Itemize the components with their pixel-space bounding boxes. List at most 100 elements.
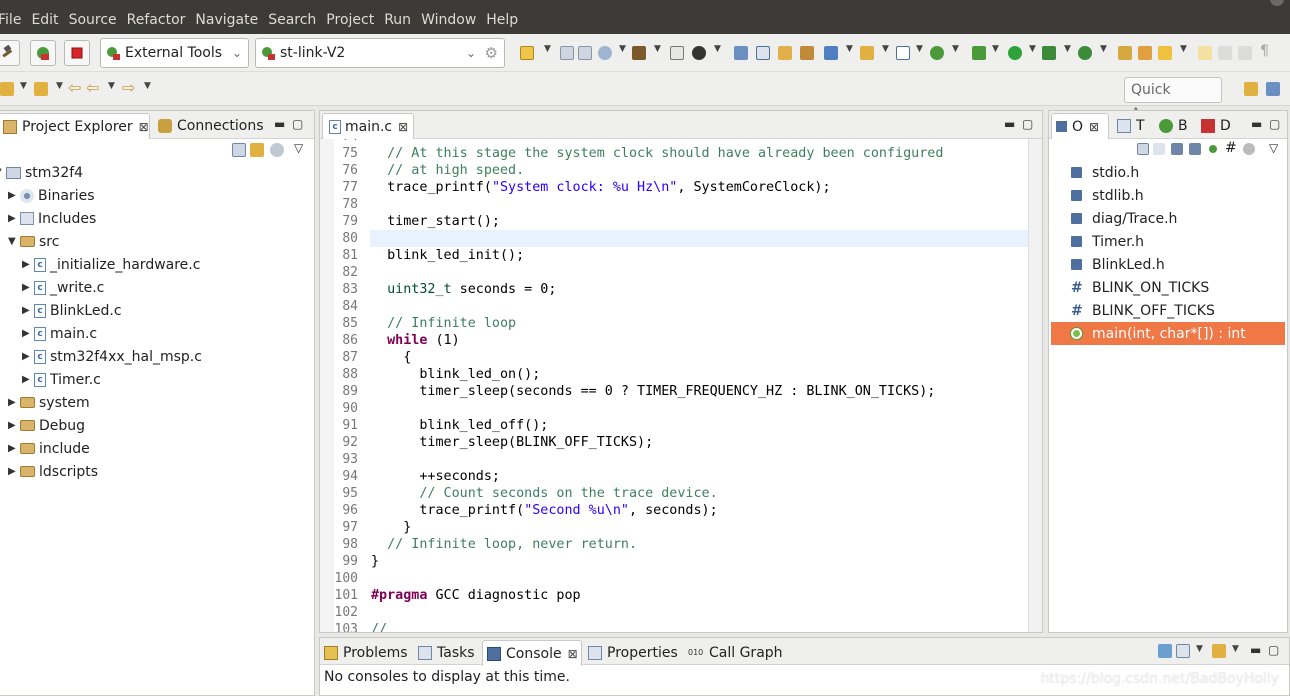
menu-item-edit[interactable]: Edit [26,6,63,34]
view-menu-icon[interactable]: ▽ [294,141,303,155]
maximize-icon[interactable]: ▢ [1268,643,1279,657]
hide-macros-icon[interactable]: # [1225,140,1237,156]
pilcrow-icon[interactable]: ¶ [1260,43,1269,59]
profile-icon[interactable] [1042,46,1056,60]
debug-person-icon[interactable] [692,46,706,60]
collapse-arrow-icon[interactable]: ▶ [22,374,34,385]
tab-project-explorer[interactable]: Project Explorer ⊠ [0,113,150,139]
tab-build-targets[interactable]: B [1159,113,1188,139]
link-editor-icon[interactable] [1243,143,1255,155]
open-folder-icon[interactable] [1118,46,1132,60]
hide-fields-icon[interactable] [1171,143,1183,155]
collapse-all-icon[interactable] [1137,143,1149,155]
next-annotation-icon[interactable] [0,82,14,96]
chevron-down-icon[interactable]: ⌄ [232,46,242,60]
code-editor[interactable]: 7475 // At this stage the system clock s… [320,139,1042,632]
collapse-arrow-icon[interactable]: ▶ [22,351,34,362]
collapse-arrow-icon[interactable]: ▶ [22,328,34,339]
skip-breakpoints-icon[interactable] [756,46,770,60]
tab-connections[interactable]: Connections [156,113,264,139]
chevron-down-icon[interactable]: ▼ [992,44,999,54]
chevron-down-icon[interactable]: ▼ [654,44,661,54]
maximize-icon[interactable]: ▢ [292,117,303,131]
open-console-icon[interactable] [1212,644,1226,658]
collapse-arrow-icon[interactable]: ▶ [8,397,20,408]
menu-item-window[interactable]: Window [416,6,481,34]
new-icon[interactable] [520,46,534,60]
menu-item-help[interactable]: Help [481,6,523,34]
tree-item[interactable]: ▶ c _write.c [22,276,104,299]
open-perspective-icon[interactable] [1244,82,1258,96]
tree-item[interactable]: ▶ include [8,437,90,460]
new-file-icon[interactable] [896,46,910,60]
tree-item[interactable]: ▶ system [8,391,90,414]
hide-nonpublic-icon[interactable] [1209,145,1217,153]
outline-item[interactable]: stdlib.h [1051,184,1285,207]
tab-problems[interactable]: Problems [324,640,408,666]
chevron-down-icon[interactable]: ▼ [1064,44,1071,54]
menu-item-refactor[interactable]: Refactor [122,6,191,34]
chevron-down-icon[interactable]: ▼ [882,44,889,54]
external-run-icon[interactable] [30,40,56,66]
tree-item[interactable]: ▶ c main.c [22,322,97,345]
chevron-down-icon[interactable]: ▼ [846,44,853,54]
tab-outline[interactable]: O ⊠ [1051,113,1109,139]
tab-call-graph[interactable]: 010 Call Graph [688,640,783,666]
pin-console-icon[interactable] [1158,644,1172,658]
collapse-arrow-icon[interactable]: ▶ [8,420,20,431]
chevron-down-icon[interactable]: ▼ [108,81,115,91]
tree-item[interactable]: ▶ Binaries [8,184,95,207]
outline-item[interactable]: BlinkLed.h [1051,253,1285,276]
collapse-all-icon[interactable] [232,143,246,157]
menu-item-project[interactable]: Project [321,6,379,34]
maximize-icon[interactable]: ▢ [1022,117,1033,131]
tab-documents[interactable]: D [1201,113,1231,139]
close-icon[interactable]: ⊠ [139,120,149,134]
build-settings-icon[interactable] [598,46,612,60]
chevron-down-icon[interactable]: ▼ [1232,644,1239,654]
open-task-icon[interactable] [1138,46,1152,60]
minimize-icon[interactable]: ▬ [1250,643,1261,657]
quick-access-input[interactable]: Quick Access [1124,77,1222,122]
chevron-down-icon[interactable]: ▼ [144,81,151,91]
menu-item-source[interactable]: Source [64,6,122,34]
launch-config-combo[interactable]: st-link-V2 ⌄ ⚙ [255,38,505,68]
coverage-icon[interactable] [930,46,944,60]
chevron-down-icon[interactable]: ▼ [56,81,63,91]
collapse-arrow-icon[interactable]: ▶ [8,190,20,201]
outline-item[interactable]: Timer.h [1051,230,1285,253]
chevron-down-icon[interactable]: ▼ [20,81,27,91]
outline-item[interactable]: stdio.h [1051,161,1285,184]
outline-item[interactable]: # BLINK_OFF_TICKS [1051,299,1285,322]
refresh-icon[interactable] [778,46,792,60]
hide-static-icon[interactable] [1189,143,1201,155]
new-class-icon[interactable] [824,46,838,60]
chevron-down-icon[interactable]: ▼ [1180,44,1187,54]
chevron-down-icon[interactable]: ▼ [544,44,551,54]
toggle-mark-icon[interactable] [1218,46,1232,60]
previous-annotation-icon[interactable] [34,82,48,96]
block-selection-icon[interactable] [1238,46,1252,60]
sort-icon[interactable] [1153,143,1165,155]
console-icon[interactable] [734,46,748,60]
link-editor-icon[interactable] [250,143,264,157]
view-menu-icon[interactable]: ▽ [1269,141,1278,155]
stop-icon[interactable] [64,40,90,66]
outline-item[interactable]: # BLINK_ON_TICKS [1051,276,1285,299]
back-arrow-icon[interactable]: ⇦ [68,78,81,97]
run-icon[interactable] [1008,46,1022,60]
external-tool-run-icon[interactable] [1078,46,1092,60]
gear-icon[interactable]: ⚙ [485,44,498,62]
menu-item-run[interactable]: Run [379,6,416,34]
bug-icon[interactable] [972,46,986,60]
build-hammer-icon[interactable] [0,40,20,66]
external-tools-combo[interactable]: External Tools ⌄ [100,38,249,68]
menu-item-search[interactable]: Search [263,6,321,34]
outline-item[interactable]: diag/Trace.h [1051,207,1285,230]
tree-item[interactable]: ▶ c Timer.c [22,368,101,391]
collapse-arrow-icon[interactable]: ▶ [8,466,20,477]
chevron-down-icon[interactable]: ▼ [1196,644,1203,654]
minimize-icon[interactable]: ▬ [1251,117,1262,131]
tree-item[interactable]: ▶ Includes [8,207,96,230]
tab-console[interactable]: Console ⊠ [482,640,582,666]
